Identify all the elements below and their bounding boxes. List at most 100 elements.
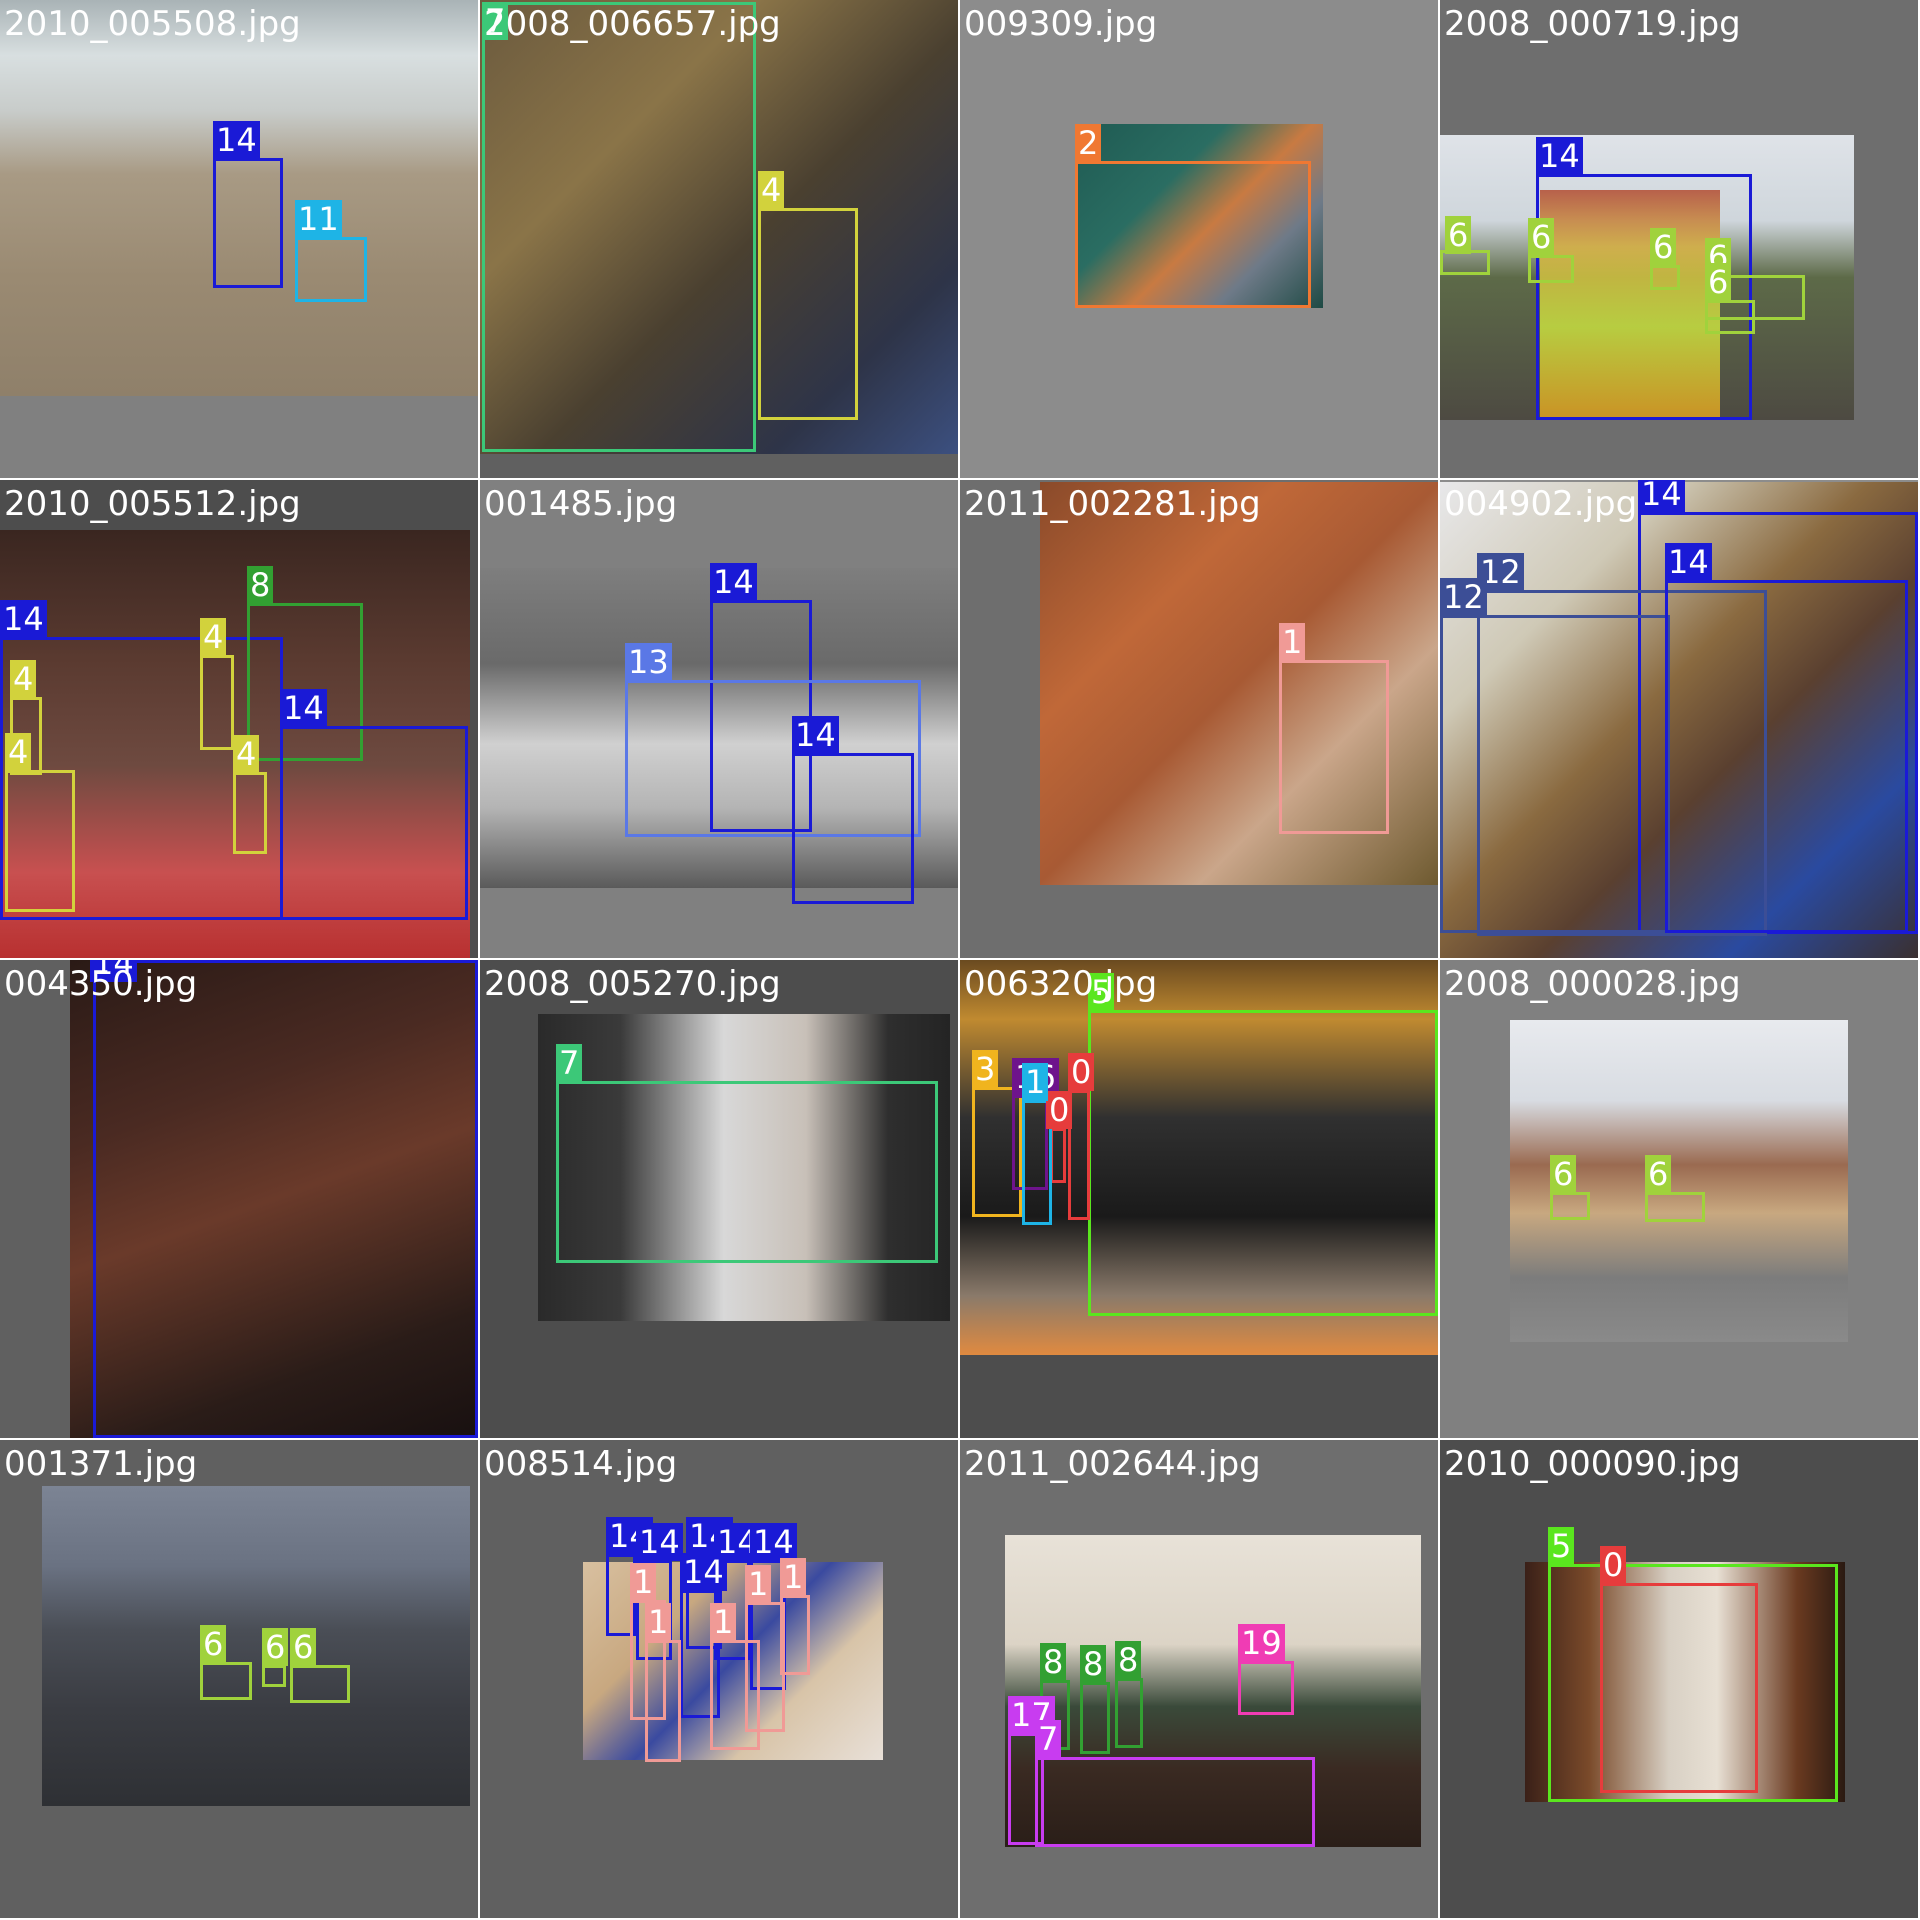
detection-box — [1645, 1192, 1705, 1222]
image-filename: 2010_000090.jpg — [1444, 1444, 1741, 1484]
detection-box — [1238, 1661, 1294, 1715]
detection-box — [5, 770, 75, 912]
mosaic-tile: 2010_000090.jpg 5 0 — [1440, 1440, 1918, 1918]
mosaic-tile: 2008_000719.jpg 14 6 6 6 6 6 — [1440, 0, 1918, 478]
image-filename: 004902.jpg — [1444, 484, 1638, 524]
mosaic-tile: 2010_005512.jpg 14 8 4 4 4 4 14 — [0, 480, 478, 958]
image-filename: 2011_002644.jpg — [964, 1444, 1261, 1484]
class-label: 4 — [200, 618, 227, 656]
image-filename: 2008_005270.jpg — [484, 964, 781, 1004]
detection-box — [93, 960, 478, 1438]
class-label: 6 — [1650, 228, 1677, 266]
detection-box — [556, 1081, 938, 1263]
detection-box — [1115, 1678, 1143, 1748]
class-label: 6 — [1645, 1155, 1672, 1193]
class-label: 12 — [1440, 578, 1487, 616]
detection-box — [280, 726, 468, 920]
detection-box — [1080, 1682, 1110, 1754]
class-label: 6 — [262, 1628, 289, 1666]
class-label: 14 — [280, 689, 327, 727]
image-filename: 004350.jpg — [4, 964, 198, 1004]
class-label: 8 — [1115, 1641, 1142, 1679]
class-label: 1 — [745, 1565, 772, 1603]
class-label: 3 — [972, 1050, 999, 1088]
class-label: 8 — [1080, 1645, 1107, 1683]
image-filename: 001371.jpg — [4, 1444, 198, 1484]
detection-box — [233, 772, 267, 854]
detection-box — [1550, 1192, 1590, 1220]
image-filename: 008514.jpg — [484, 1444, 678, 1484]
class-label: 14 — [213, 121, 260, 159]
mosaic-tile: 2010_005508.jpg 14 11 — [0, 0, 478, 478]
mosaic-tile: 001485.jpg 14 13 14 — [480, 480, 958, 958]
class-label: 4 — [10, 660, 37, 698]
detection-box — [1600, 1583, 1758, 1793]
detection-box — [290, 1665, 350, 1703]
class-label: 7 — [1035, 1720, 1062, 1758]
class-label: 6 — [1550, 1155, 1577, 1193]
mosaic-tile: 006320.jpg 5 3 16 0 0 1 — [960, 960, 1438, 1438]
image-filename: 2008_000028.jpg — [1444, 964, 1741, 1004]
mosaic-tile: 004350.jpg 14 — [0, 960, 478, 1438]
class-label: 1 — [630, 1563, 657, 1601]
class-label: 14 — [1536, 137, 1583, 175]
detection-box — [262, 1665, 286, 1687]
class-label: 6 — [1445, 216, 1472, 254]
class-label: 14 — [680, 1553, 727, 1591]
detection-box — [758, 208, 858, 420]
mosaic-tile: 2008_000028.jpg 6 6 — [1440, 960, 1918, 1438]
class-label: 11 — [295, 200, 342, 238]
photo — [42, 1486, 470, 1806]
detection-box — [213, 158, 283, 288]
class-label: 6 — [200, 1625, 227, 1663]
class-label: 2 — [1075, 124, 1102, 162]
detection-box — [295, 237, 367, 302]
class-label: 14 — [1638, 480, 1685, 513]
image-filename: 001485.jpg — [484, 484, 678, 524]
class-label: 4 — [233, 735, 260, 773]
detection-box — [645, 1640, 681, 1762]
class-label: 8 — [1040, 1643, 1067, 1681]
class-label: 8 — [247, 566, 274, 604]
detection-box — [1665, 580, 1908, 933]
class-label: 1 — [710, 1603, 737, 1641]
mosaic-tile: 2011_002281.jpg 1 — [960, 480, 1438, 958]
class-label: 14 — [1665, 543, 1712, 581]
detection-box — [780, 1595, 810, 1675]
class-label: 0 — [1600, 1546, 1627, 1584]
mosaic-tile: 009309.jpg 2 — [960, 0, 1438, 478]
class-label: 14 — [792, 716, 839, 754]
image-filename: 2011_002281.jpg — [964, 484, 1261, 524]
class-label: 1 — [645, 1603, 672, 1641]
mosaic-grid: 2010_005508.jpg 14 11 2008_006657.jpg 7 … — [0, 0, 1920, 1920]
class-label: 13 — [625, 643, 672, 681]
detection-box — [1050, 1128, 1066, 1183]
mosaic-tile: 2008_006657.jpg 7 4 — [480, 0, 958, 478]
class-label: 6 — [290, 1628, 317, 1666]
class-label: 1 — [780, 1558, 807, 1596]
class-label: 6 — [1528, 218, 1555, 256]
image-filename: 2008_006657.jpg — [484, 4, 781, 44]
class-label: 0 — [1068, 1053, 1095, 1091]
detection-box — [1088, 1010, 1438, 1316]
mosaic-tile: 2011_002644.jpg 19 8 8 8 17 7 — [960, 1440, 1438, 1918]
detection-box — [482, 2, 756, 452]
detection-box — [1279, 660, 1389, 834]
class-label: 14 — [710, 563, 757, 601]
class-label: 4 — [758, 171, 785, 209]
mosaic-tile: 008514.jpg 14 14 14 14 14 14 1 1 1 1 1 — [480, 1440, 958, 1918]
class-label: 14 — [750, 1523, 797, 1561]
class-label: 14 — [0, 600, 47, 638]
detection-box — [710, 1640, 760, 1750]
image-filename: 2010_005508.jpg — [4, 4, 301, 44]
detection-box — [792, 753, 914, 904]
mosaic-tile: 2008_005270.jpg 7 — [480, 960, 958, 1438]
class-label: 14 — [636, 1523, 683, 1561]
detection-box — [1705, 300, 1755, 334]
mosaic-tile: 004902.jpg 14 12 12 14 — [1440, 480, 1918, 958]
class-label: 4 — [5, 733, 32, 771]
mosaic-tile: 001371.jpg 6 6 6 — [0, 1440, 478, 1918]
detection-box — [1528, 255, 1574, 283]
detection-box — [1075, 161, 1311, 308]
class-label: 1 — [1022, 1063, 1049, 1101]
